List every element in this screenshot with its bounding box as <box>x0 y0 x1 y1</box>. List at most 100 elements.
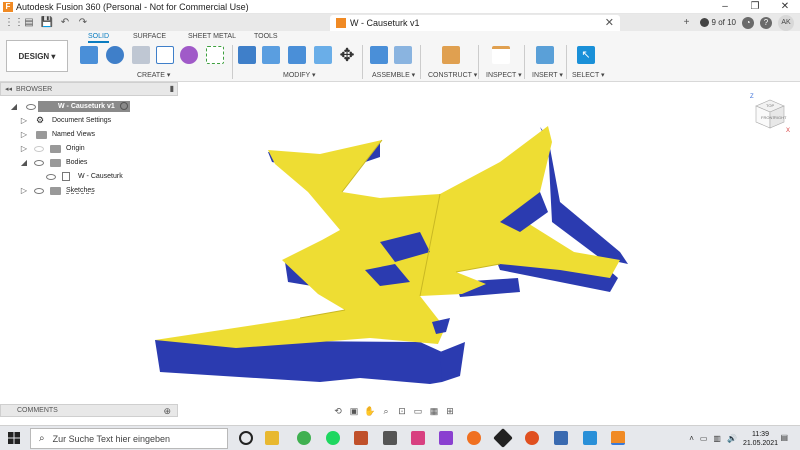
assemble-menu[interactable]: ASSEMBLE ▾ <box>372 71 415 79</box>
tree-item-document-settings[interactable]: ▷ ⚙ Document Settings <box>0 114 178 127</box>
insert-menu[interactable]: INSERT ▾ <box>532 71 563 79</box>
notification-center-icon[interactable]: ▤ <box>780 433 788 442</box>
visibility-eye-icon[interactable] <box>34 187 44 194</box>
workspace-switcher-button[interactable]: DESIGN ▾ <box>6 40 68 72</box>
calculator-icon[interactable] <box>383 431 397 445</box>
display-settings-icon[interactable]: ▭ <box>412 405 424 417</box>
orbit-icon[interactable]: ⟲ <box>332 405 344 417</box>
redo-icon[interactable]: ↷ <box>76 17 90 29</box>
tab-solid[interactable]: SOLID <box>88 33 110 43</box>
tree-item-bodies[interactable]: ◢ Bodies <box>0 156 178 169</box>
network-icon[interactable]: ▥ <box>713 434 721 443</box>
app-purple-icon[interactable] <box>439 431 453 445</box>
data-panel-grid-icon[interactable]: ⋮⋮ <box>4 17 24 29</box>
minimize-icon[interactable]: – <box>710 0 740 14</box>
press-pull-icon[interactable] <box>238 46 256 64</box>
measure-icon[interactable] <box>492 46 510 64</box>
construct-menu[interactable]: CONSTRUCT ▾ <box>428 71 477 79</box>
fusion-taskbar-icon[interactable] <box>611 431 625 445</box>
form-icon[interactable] <box>180 46 198 64</box>
browser-header[interactable]: ◂◂ BROWSER ▮ <box>0 82 178 96</box>
app-pink-icon[interactable] <box>411 431 425 445</box>
joint-icon[interactable] <box>394 46 412 64</box>
tab-sheet-metal[interactable]: SHEET METAL <box>188 33 236 40</box>
new-component-icon[interactable] <box>370 46 388 64</box>
viewcube[interactable]: FRONT RIGHT TOP Z X <box>748 92 790 134</box>
maximize-icon[interactable]: ❐ <box>740 0 770 14</box>
tree-item-origin[interactable]: ▷ Origin <box>0 142 178 155</box>
visibility-eye-icon[interactable] <box>26 103 36 110</box>
expand-triangle-icon[interactable]: ◢ <box>20 158 28 167</box>
volume-icon[interactable]: 🔊 <box>727 434 737 443</box>
revolve-icon[interactable] <box>132 46 150 64</box>
visibility-eye-icon[interactable] <box>34 159 44 166</box>
expand-triangle-icon[interactable]: ▷ <box>20 116 28 125</box>
windows-start-icon[interactable] <box>8 432 20 444</box>
tree-item-body[interactable]: W - Causeturk <box>0 170 178 183</box>
spotify-icon[interactable] <box>326 431 340 445</box>
grid-settings-icon[interactable]: ▦ <box>428 405 440 417</box>
add-comment-icon[interactable]: ⊕ <box>163 406 171 417</box>
photos-icon[interactable] <box>583 431 597 445</box>
taskbar-search-input[interactable]: ⌕ Zur Suche Text hier eingeben <box>30 428 228 449</box>
expand-triangle-icon[interactable]: ◢ <box>10 102 18 111</box>
new-tab-plus-icon[interactable]: + <box>680 17 694 29</box>
collapse-icon[interactable]: ◂◂ <box>5 85 12 93</box>
battery-icon[interactable]: ▭ <box>700 434 708 443</box>
move-icon[interactable]: ✥ <box>338 46 356 64</box>
modify-menu[interactable]: MODIFY ▾ <box>283 71 316 79</box>
viewcube-graphic[interactable]: FRONT RIGHT TOP Z X <box>748 92 790 134</box>
panel-pin-icon[interactable]: ▮ <box>170 84 174 93</box>
hole-icon[interactable] <box>156 46 174 64</box>
app-tool-icon[interactable] <box>354 431 368 445</box>
app-green-icon[interactable] <box>297 431 311 445</box>
tree-item-named-views[interactable]: ▷ Named Views <box>0 128 178 141</box>
job-status[interactable]: 9 of 10 <box>699 18 736 27</box>
close-icon[interactable]: ✕ <box>770 0 800 14</box>
pan-hand-icon[interactable]: ✋ <box>364 405 376 417</box>
create-plus-icon[interactable] <box>206 46 224 64</box>
clock[interactable]: 11:39 21.05.2021 <box>743 430 778 448</box>
undo-icon[interactable]: ↶ <box>58 17 72 29</box>
task-view-icon[interactable] <box>239 431 253 445</box>
activate-radio-icon[interactable] <box>120 102 128 110</box>
look-at-icon[interactable]: ▣ <box>348 405 360 417</box>
inspect-menu[interactable]: INSPECT ▾ <box>486 71 522 79</box>
document-tab[interactable]: W - Causeturk v1 ✕ <box>330 15 620 31</box>
offset-plane-icon[interactable] <box>442 46 460 64</box>
firefox-icon[interactable] <box>467 431 481 445</box>
create-sketch-icon[interactable] <box>80 46 98 64</box>
expand-triangle-icon[interactable]: ▷ <box>20 130 28 139</box>
tree-root[interactable]: ◢ W - Causeturk v1 <box>0 100 178 113</box>
comments-panel[interactable]: COMMENTS ⊕ <box>0 404 178 417</box>
viewports-icon[interactable]: ⊞ <box>444 405 456 417</box>
visibility-eye-icon[interactable] <box>34 145 44 152</box>
zoom-icon[interactable]: ⌕ <box>380 405 392 417</box>
app-orange-icon[interactable] <box>525 431 539 445</box>
chamfer-icon[interactable] <box>288 46 306 64</box>
select-menu[interactable]: SELECT ▾ <box>572 71 605 79</box>
fit-icon[interactable]: ⊡ <box>396 405 408 417</box>
avatar[interactable]: AK <box>778 14 794 31</box>
notifications-icon[interactable]: ◔ <box>742 16 754 29</box>
app-blue-icon[interactable] <box>554 431 568 445</box>
fillet-icon[interactable] <box>262 46 280 64</box>
app-black-icon[interactable] <box>493 428 513 448</box>
close-tab-icon[interactable]: ✕ <box>605 16 614 29</box>
expand-triangle-icon[interactable]: ▷ <box>20 144 28 153</box>
file-menu-icon[interactable]: ▤ <box>22 17 36 29</box>
chevron-up-icon[interactable]: ˄ <box>689 434 694 443</box>
shell-icon[interactable] <box>314 46 332 64</box>
file-explorer-icon[interactable] <box>265 431 279 445</box>
help-icon[interactable]: ? <box>760 16 772 29</box>
save-icon[interactable]: 💾 <box>40 17 54 29</box>
extrude-icon[interactable] <box>106 46 124 64</box>
visibility-eye-icon[interactable] <box>46 173 56 180</box>
tree-item-sketches[interactable]: ▷ Sketches <box>0 184 178 197</box>
create-menu[interactable]: CREATE ▾ <box>137 71 170 79</box>
tab-tools[interactable]: TOOLS <box>254 33 278 40</box>
expand-triangle-icon[interactable]: ▷ <box>20 186 28 195</box>
select-cursor-icon[interactable]: ↖ <box>577 46 595 64</box>
insert-canvas-icon[interactable] <box>536 46 554 64</box>
tab-surface[interactable]: SURFACE <box>133 33 166 40</box>
